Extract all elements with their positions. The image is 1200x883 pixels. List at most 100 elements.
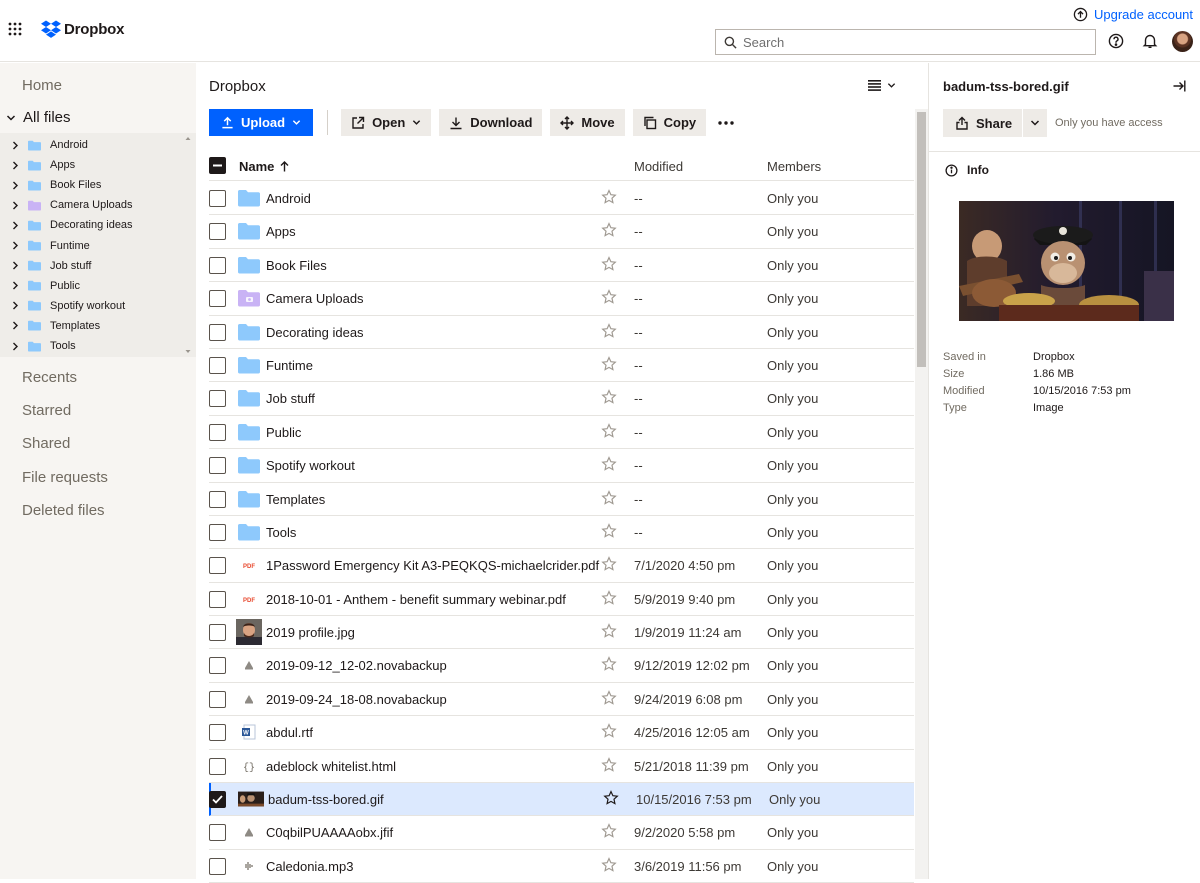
file-name[interactable]: 2019 profile.jpg xyxy=(266,625,355,640)
nav-deleted-files[interactable]: Deleted files xyxy=(22,502,105,519)
star-icon[interactable] xyxy=(601,456,617,472)
row-checkbox[interactable] xyxy=(209,724,226,742)
more-actions-icon[interactable] xyxy=(714,109,738,136)
tree-scrollbar[interactable] xyxy=(183,133,193,357)
star-icon[interactable] xyxy=(601,389,617,405)
row-checkbox[interactable] xyxy=(209,657,226,675)
star-icon[interactable] xyxy=(601,255,617,272)
tree-item[interactable]: Public xyxy=(12,276,80,296)
tree-item[interactable]: Apps xyxy=(12,155,75,175)
file-name[interactable]: Templates xyxy=(266,492,325,507)
share-button[interactable]: Share xyxy=(943,109,1024,137)
row-checkbox[interactable] xyxy=(209,857,226,875)
star-icon[interactable] xyxy=(601,856,617,873)
breadcrumb[interactable]: Dropbox xyxy=(209,78,266,95)
scrollbar-thumb[interactable] xyxy=(917,112,926,367)
file-name[interactable]: Tools xyxy=(266,525,296,540)
nav-shared[interactable]: Shared xyxy=(22,435,70,452)
file-row[interactable]: badum-tss-bored.gif 10/15/2016 7:53 pm Onl… xyxy=(209,783,914,817)
notifications-bell-icon[interactable] xyxy=(1142,33,1158,49)
row-checkbox[interactable] xyxy=(209,757,226,775)
chevron-right-icon[interactable] xyxy=(12,261,22,270)
tree-item[interactable]: Camera Uploads xyxy=(12,195,133,215)
file-name[interactable]: Android xyxy=(266,191,311,206)
star-icon[interactable] xyxy=(601,756,617,773)
row-checkbox[interactable] xyxy=(209,791,226,809)
file-row[interactable]: PDF 1Password Emergency Kit A3-PEQKQS-mic… xyxy=(209,549,914,583)
star-icon[interactable] xyxy=(601,422,617,439)
tree-item[interactable]: Spotify workout xyxy=(12,296,125,316)
row-checkbox[interactable] xyxy=(209,624,226,642)
file-row[interactable]: {} adeblock whitelist.html 5/21/2018 11:39… xyxy=(209,750,914,784)
chevron-right-icon[interactable] xyxy=(12,281,22,290)
star-icon[interactable] xyxy=(601,690,617,706)
file-name[interactable]: Job stuff xyxy=(266,391,315,406)
star-icon[interactable] xyxy=(601,556,617,572)
chevron-right-icon[interactable] xyxy=(12,181,22,190)
star-icon[interactable] xyxy=(601,189,617,205)
file-row[interactable]: C0qbilPUAAAAobx.jfif 9/2/2020 5:58 pm Only… xyxy=(209,816,914,850)
download-button[interactable]: Download xyxy=(439,109,543,136)
nav-starred[interactable]: Starred xyxy=(22,402,71,419)
star-icon[interactable] xyxy=(601,322,617,339)
file-row[interactable]: Spotify workout -- Only you xyxy=(209,449,914,483)
row-checkbox[interactable] xyxy=(209,824,226,842)
chevron-down-icon[interactable] xyxy=(6,113,16,123)
file-row[interactable]: Caledonia.mp3 3/6/2019 11:56 pm Only you xyxy=(209,850,914,883)
file-row[interactable]: Book Files -- Only you xyxy=(209,249,914,283)
app-grid-icon[interactable] xyxy=(8,22,22,36)
nav-all-files[interactable]: All files xyxy=(6,109,71,126)
tree-item[interactable]: Book Files xyxy=(12,175,101,195)
file-preview-image[interactable] xyxy=(959,201,1174,321)
file-list-scrollbar[interactable] xyxy=(915,109,928,879)
chevron-right-icon[interactable] xyxy=(12,241,22,250)
search-input[interactable] xyxy=(743,34,1073,50)
select-all-checkbox[interactable] xyxy=(209,157,226,174)
file-row[interactable]: 2019-09-24_18-08.novabackup 9/24/2019 6:0… xyxy=(209,683,914,717)
chevron-right-icon[interactable] xyxy=(12,161,22,170)
file-row[interactable]: Public -- Only you xyxy=(209,416,914,450)
file-row[interactable]: Camera Uploads -- Only you xyxy=(209,282,914,316)
file-row[interactable]: Wabdul.rtf 4/25/2016 12:05 am Only you xyxy=(209,716,914,750)
file-name[interactable]: C0qbilPUAAAAobx.jfif xyxy=(266,825,393,840)
row-checkbox[interactable] xyxy=(209,356,226,374)
tree-item[interactable]: Templates xyxy=(12,316,100,336)
nav-file-requests[interactable]: File requests xyxy=(22,469,108,486)
row-checkbox[interactable] xyxy=(209,190,226,207)
chevron-right-icon[interactable] xyxy=(12,301,22,310)
star-icon[interactable] xyxy=(601,523,617,539)
file-row[interactable]: Decorating ideas -- Only you xyxy=(209,316,914,349)
file-name[interactable]: adeblock whitelist.html xyxy=(266,759,396,774)
tree-item[interactable]: Decorating ideas xyxy=(12,215,133,235)
file-row[interactable]: PDF 2018-10-01 - Anthem - benefit summary… xyxy=(209,583,914,617)
view-options-button[interactable] xyxy=(868,80,896,91)
file-name[interactable]: Camera Uploads xyxy=(266,291,364,306)
file-row[interactable]: Job stuff -- Only you xyxy=(209,382,914,416)
file-name[interactable]: Book Files xyxy=(266,258,327,273)
file-name[interactable]: 1Password Emergency Kit A3-PEQKQS-michae… xyxy=(266,558,599,573)
star-icon[interactable] xyxy=(601,623,617,639)
chevron-right-icon[interactable] xyxy=(12,321,22,330)
nav-home[interactable]: Home xyxy=(22,77,62,94)
row-checkbox[interactable] xyxy=(209,490,226,508)
tree-item[interactable]: Android xyxy=(12,135,88,155)
share-options-chevron-icon[interactable] xyxy=(1023,109,1047,137)
row-checkbox[interactable] xyxy=(209,690,226,708)
chevron-right-icon[interactable] xyxy=(12,221,22,230)
help-icon[interactable] xyxy=(1108,33,1124,49)
file-row[interactable]: 2019 profile.jpg 1/9/2019 11:24 am Only yo… xyxy=(209,616,914,650)
file-row[interactable]: Tools -- Only you xyxy=(209,516,914,550)
star-icon[interactable] xyxy=(601,589,617,606)
star-icon[interactable] xyxy=(601,489,617,506)
row-checkbox[interactable] xyxy=(209,457,226,475)
star-icon[interactable] xyxy=(601,356,617,372)
copy-button[interactable]: Copy xyxy=(632,109,707,136)
star-icon[interactable] xyxy=(603,790,619,806)
row-checkbox[interactable] xyxy=(209,590,226,608)
search-box[interactable] xyxy=(715,29,1096,55)
open-button[interactable]: Open xyxy=(341,109,432,136)
file-row[interactable]: Apps -- Only you xyxy=(209,215,914,249)
upload-button[interactable]: Upload xyxy=(209,109,314,136)
row-checkbox[interactable] xyxy=(209,290,226,308)
file-name[interactable]: Public xyxy=(266,425,301,440)
